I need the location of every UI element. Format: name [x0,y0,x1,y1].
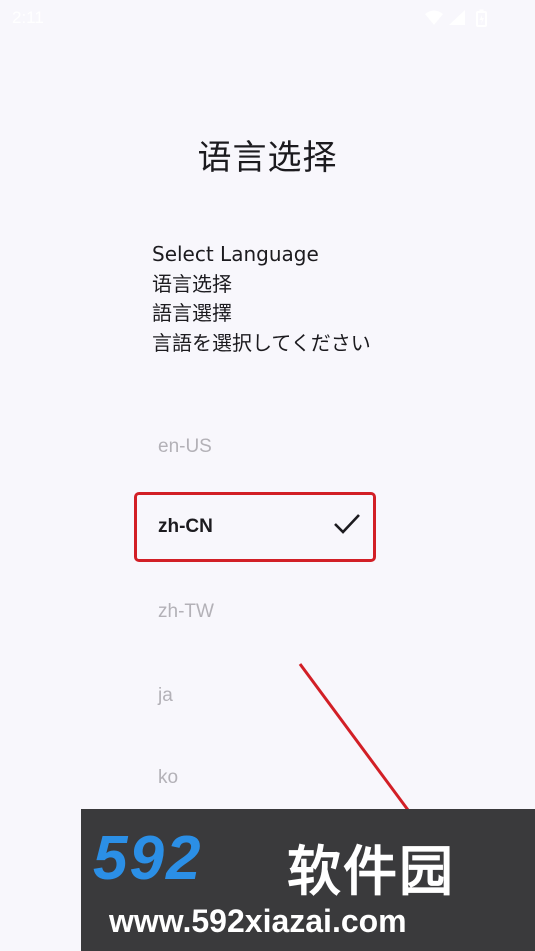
language-option-zh-cn[interactable]: zh-CN [134,492,376,562]
prompt-line-simplified-chinese: 语言选择 [152,271,232,296]
language-option-label: en-US [158,436,212,457]
watermark-url: www.592xiazai.com [109,903,407,939]
status-time: 2:11 [12,8,44,27]
language-option-zh-tw[interactable]: zh-TW [134,577,376,647]
prompt-line-japanese: 言語を選択してください [152,330,371,355]
language-option-label: zh-CN [158,516,213,537]
language-option-label: ko [158,767,179,788]
prompt-line-traditional-chinese: 語言選擇 [152,301,232,325]
wifi-icon [425,10,443,25]
select-language-prompt: Select Language 语言选择 語言選擇 言語を選択してください [152,240,371,358]
language-option-ja[interactable]: ja [134,661,376,731]
language-option-label: ja [158,685,173,706]
checkmark-icon [333,513,361,541]
watermark-name: 软件园 [287,840,455,903]
prompt-line-english: Select Language [152,242,319,266]
watermark-logo: 592 [93,824,203,893]
page-title: 语言选择 [197,138,338,178]
language-option-en-us[interactable]: en-US [134,412,376,482]
watermark-banner: 592 软件园 www.592xiazai.com [81,809,535,951]
status-icons [423,8,495,28]
battery-icon [476,9,487,27]
status-bar: 2:11 [0,0,535,36]
language-option-ko[interactable]: ko [134,743,376,813]
language-option-label: zh-TW [158,601,214,622]
signal-icon [449,10,465,25]
